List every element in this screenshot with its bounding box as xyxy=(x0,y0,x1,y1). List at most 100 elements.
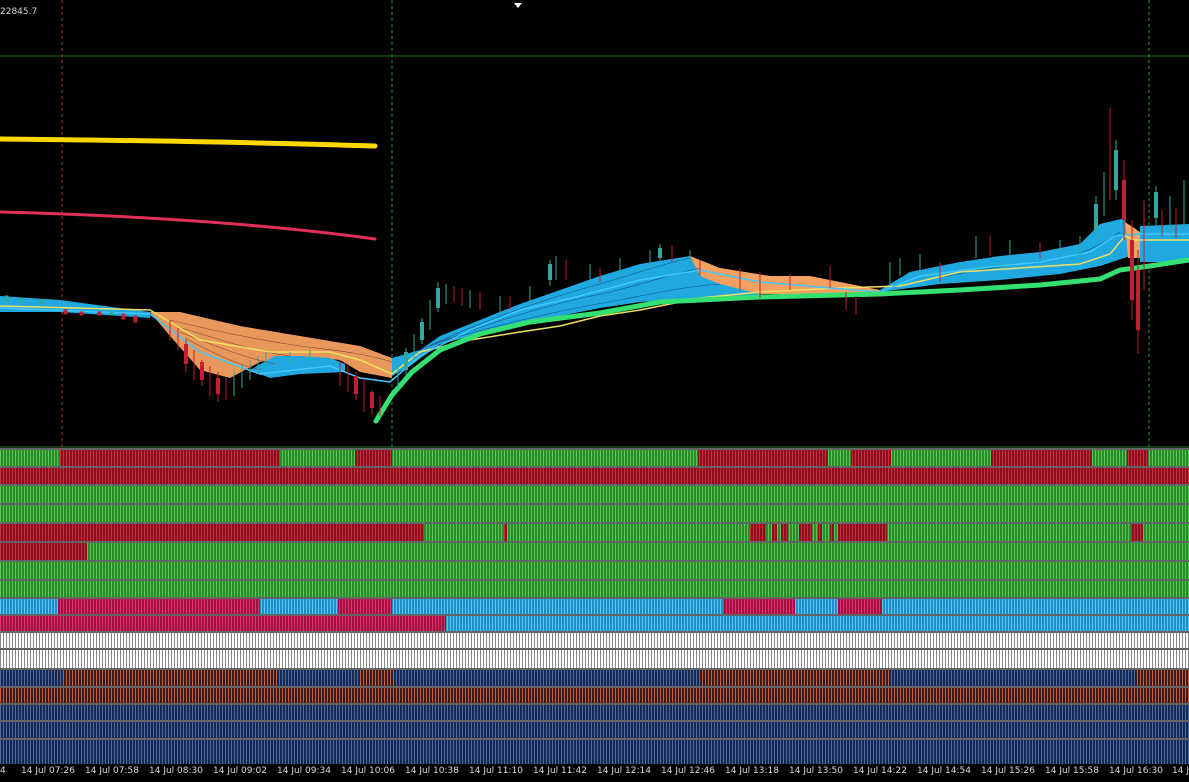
indicator-segment-navy xyxy=(0,722,1189,738)
indicator-segment-blue xyxy=(0,599,58,614)
indicator-segment-red xyxy=(781,524,788,541)
ribbon-blue-cloud xyxy=(1140,224,1189,262)
indicator-segment-navy xyxy=(0,705,1189,720)
time-axis-label: 14 Jul 12:14 xyxy=(597,766,651,776)
trend-row-15 xyxy=(0,703,1189,720)
trend-row-4 xyxy=(0,503,1189,522)
indicator-segment-blue xyxy=(882,599,1189,614)
time-axis-label: 14 Jul 10:38 xyxy=(405,766,459,776)
indicator-segment-green xyxy=(87,543,1189,560)
time-axis-label: 14 Jul 10:06 xyxy=(341,766,395,776)
indicator-segment-red xyxy=(991,450,1092,466)
trading-chart[interactable] xyxy=(0,0,1189,782)
indicator-segment-green xyxy=(834,524,838,541)
time-axis-label: 14 Jul 15:26 xyxy=(981,766,1035,776)
time-axis-label: 14 Jul 07:26 xyxy=(21,766,75,776)
indicator-segment-red xyxy=(799,524,812,541)
indicator-segment-green xyxy=(1148,450,1189,466)
price-readout: 22845.7 xyxy=(0,7,38,17)
indicator-segment-green xyxy=(0,581,1189,597)
indicator-segment-crimson xyxy=(838,599,882,614)
indicator-segment-green xyxy=(280,450,355,466)
indicator-segment-red xyxy=(750,524,766,541)
indicator-segment-crimson xyxy=(723,599,795,614)
time-axis-label: 14 Jul 11:42 xyxy=(533,766,587,776)
time-axis-fragment: 4 xyxy=(0,766,6,776)
indicator-segment-green xyxy=(1143,524,1189,541)
indicator-segment-brown xyxy=(1135,670,1189,686)
indicator-segment-green xyxy=(0,450,60,466)
time-axis-label: 14 Jul 16:30 xyxy=(1109,766,1163,776)
time-axis-label: 14 Jul 14:54 xyxy=(917,766,971,776)
indicator-segment-navy xyxy=(0,740,1189,764)
time-axis-label: 14 Jul 08:30 xyxy=(149,766,203,776)
time-axis-label: 14 Jul 12:46 xyxy=(661,766,715,776)
indicator-segment-green xyxy=(0,505,1189,522)
indicator-segment-navy xyxy=(0,670,63,686)
time-axis-label: 14 Jul 11:10 xyxy=(469,766,523,776)
indicator-segment-red xyxy=(0,543,87,560)
indicator-segment-red xyxy=(772,524,777,541)
indicator-segment-red xyxy=(1127,450,1148,466)
trend-row-5 xyxy=(0,522,1189,541)
time-axis-label: 14 Jul 07:58 xyxy=(85,766,139,776)
trend-row-13 xyxy=(0,668,1189,686)
indicator-segment-brown xyxy=(700,670,890,686)
indicator-segment-green xyxy=(424,524,504,541)
indicator-segment-navy xyxy=(278,670,360,686)
indicator-segment-green xyxy=(0,562,1189,579)
time-axis-label: 14 Jul 13:50 xyxy=(789,766,843,776)
time-axis-label: 14 Jul 09:34 xyxy=(277,766,331,776)
trend-row-7 xyxy=(0,560,1189,579)
trend-row-10 xyxy=(0,614,1189,631)
indicator-segment-red xyxy=(838,524,887,541)
trend-row-9 xyxy=(0,597,1189,614)
time-axis-label: 14 Jul 13:18 xyxy=(725,766,779,776)
indicator-segment-green xyxy=(507,524,750,541)
trend-row-6 xyxy=(0,541,1189,560)
indicator-segment-red xyxy=(830,524,834,541)
indicator-segment-red xyxy=(504,524,507,541)
indicator-segment-blue xyxy=(446,616,1189,631)
time-axis-label: 14 Jul 09:02 xyxy=(213,766,267,776)
time-axis-label: 14 Jul 14:22 xyxy=(853,766,907,776)
trend-row-11 xyxy=(0,631,1189,648)
indicator-segment-crimson xyxy=(338,599,392,614)
indicator-segment-red xyxy=(60,450,280,466)
indicator-segment-green xyxy=(777,524,781,541)
trend-row-17 xyxy=(0,738,1189,764)
trend-row-12 xyxy=(0,648,1189,668)
indicator-segment-crimson xyxy=(0,616,446,631)
indicator-segment-white xyxy=(0,633,1189,648)
trend-row-14 xyxy=(0,686,1189,703)
indicator-segment-red xyxy=(0,524,424,541)
indicator-segment-green xyxy=(788,524,799,541)
trend-row-8 xyxy=(0,579,1189,597)
indicator-segment-green xyxy=(812,524,818,541)
indicator-segment-green xyxy=(828,450,851,466)
indicator-segment-blue xyxy=(795,599,838,614)
time-axis-fragment: 14 J xyxy=(1172,766,1189,776)
time-axis-label: 14 Jul 15:58 xyxy=(1045,766,1099,776)
indicator-segment-blue xyxy=(260,599,338,614)
indicator-segment-red xyxy=(355,450,392,466)
trend-row-3 xyxy=(0,484,1189,503)
indicator-segment-red xyxy=(698,450,828,466)
indicator-segment-green xyxy=(887,524,1131,541)
indicator-segment-brown xyxy=(360,670,394,686)
indicator-segment-red xyxy=(851,450,891,466)
indicator-segment-crimson xyxy=(58,599,260,614)
trend-row-16 xyxy=(0,720,1189,738)
indicator-segment-white xyxy=(0,650,1189,668)
indicator-segment-brown xyxy=(0,688,1189,703)
indicator-segment-red xyxy=(1131,524,1143,541)
indicator-segment-red xyxy=(818,524,822,541)
indicator-segment-green xyxy=(891,450,991,466)
indicator-segment-red xyxy=(0,468,1189,484)
indicator-segment-navy xyxy=(394,670,700,686)
indicator-segment-green xyxy=(392,450,698,466)
indicator-segment-green xyxy=(822,524,830,541)
indicator-segment-navy xyxy=(890,670,1135,686)
indicator-segment-brown xyxy=(63,670,278,686)
trend-row-1 xyxy=(0,448,1189,466)
